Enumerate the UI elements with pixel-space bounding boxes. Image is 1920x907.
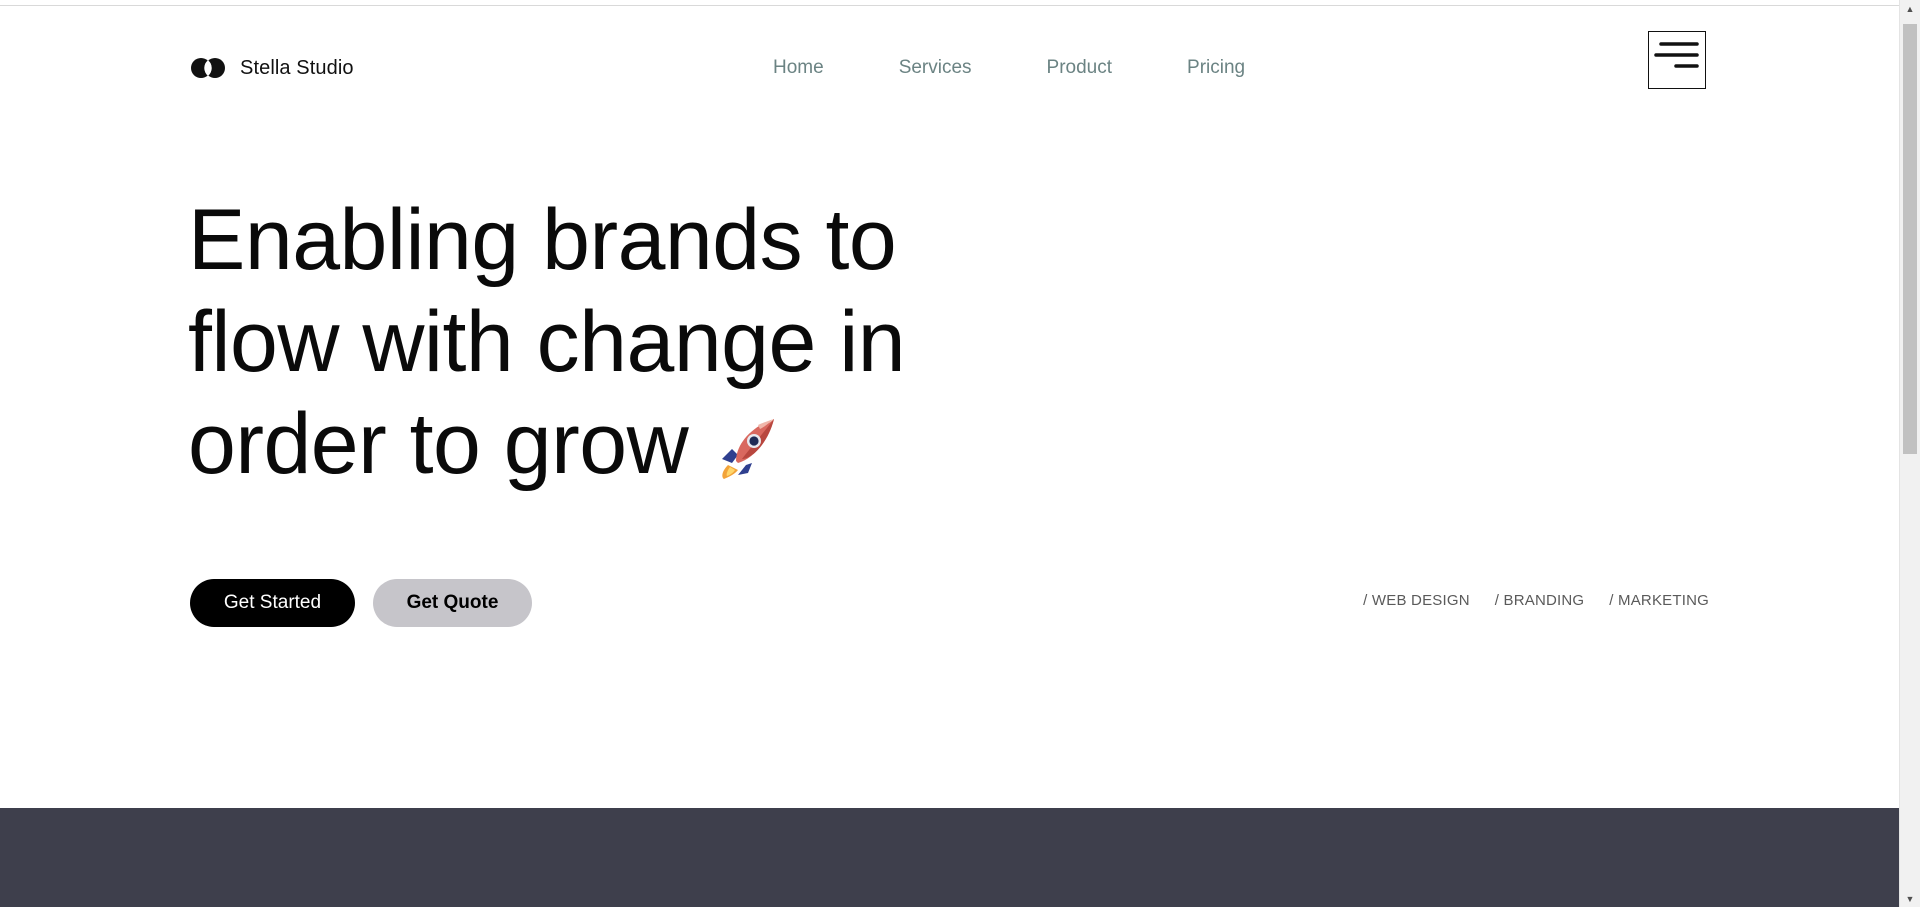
- hero-title-line: order to grow: [188, 396, 689, 492]
- cta-row: Get Started Get Quote: [190, 579, 532, 627]
- get-quote-button[interactable]: Get Quote: [373, 579, 532, 627]
- main-nav: Home Services Product Pricing: [773, 50, 1245, 86]
- scrollbar-thumb[interactable]: [1903, 24, 1917, 454]
- hamburger-menu-icon: [1654, 42, 1699, 68]
- brand[interactable]: Stella Studio: [190, 50, 354, 86]
- menu-button[interactable]: [1648, 31, 1706, 89]
- hero-title-line: Enabling brands to: [188, 192, 897, 288]
- nav-item-product[interactable]: Product: [1047, 57, 1112, 79]
- browser-viewport: Stella Studio Home Services Product Pric…: [0, 0, 1920, 907]
- page: Stella Studio Home Services Product Pric…: [0, 6, 1899, 907]
- dark-section: [0, 808, 1899, 907]
- service-tags: / WEB DESIGN / BRANDING / MARKETING: [1363, 592, 1709, 609]
- logo-icon: [190, 57, 226, 79]
- tag-branding: / BRANDING: [1494, 592, 1585, 609]
- get-started-button[interactable]: Get Started: [190, 579, 355, 627]
- nav-item-pricing[interactable]: Pricing: [1187, 57, 1245, 79]
- scroll-up-arrow-icon[interactable]: ▲: [1900, 0, 1920, 17]
- hero-title: Enabling brands to flow with change in o…: [188, 189, 1048, 495]
- rocket-icon: [718, 401, 780, 479]
- nav-item-services[interactable]: Services: [899, 57, 972, 79]
- brand-name: Stella Studio: [240, 56, 354, 79]
- scroll-down-arrow-icon[interactable]: ▼: [1900, 890, 1920, 907]
- nav-item-home[interactable]: Home: [773, 57, 824, 79]
- tag-web-design: / WEB DESIGN: [1363, 592, 1470, 609]
- tag-marketing: / MARKETING: [1609, 592, 1709, 609]
- hero-title-line: flow with change in: [188, 294, 906, 390]
- vertical-scrollbar[interactable]: ▲ ▼: [1899, 0, 1920, 907]
